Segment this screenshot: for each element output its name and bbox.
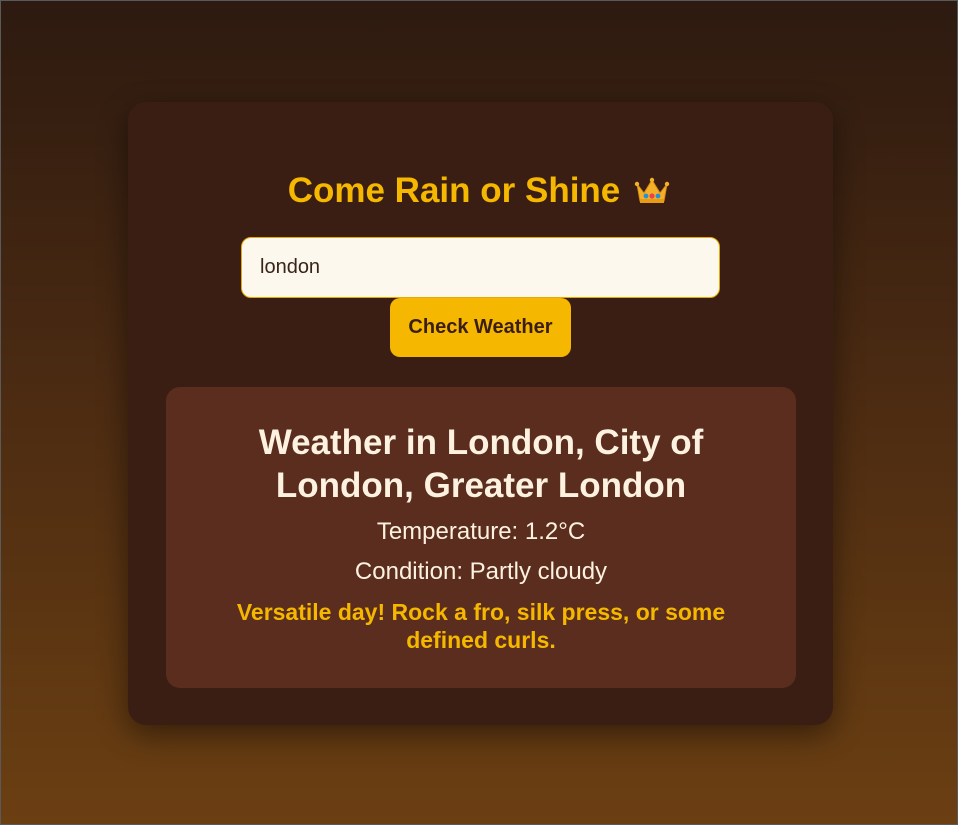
check-weather-button[interactable]: Check Weather (390, 298, 571, 357)
crown-icon (634, 175, 670, 205)
page-title-text: Come Rain or Shine (287, 171, 621, 210)
page-title: Come Rain or Shine (1, 171, 957, 211)
city-search-input[interactable] (241, 237, 720, 298)
temperature-text: Temperature: 1.2°C (376, 518, 586, 545)
hair-tip-text: Versatile day! Rock a fro, silk press, o… (236, 599, 726, 653)
result-heading: Weather in London, City of London, Great… (258, 423, 704, 505)
condition-text: Condition: Partly cloudy (354, 558, 608, 585)
weather-result-panel: Weather in London, City of London, Great… (166, 387, 796, 688)
